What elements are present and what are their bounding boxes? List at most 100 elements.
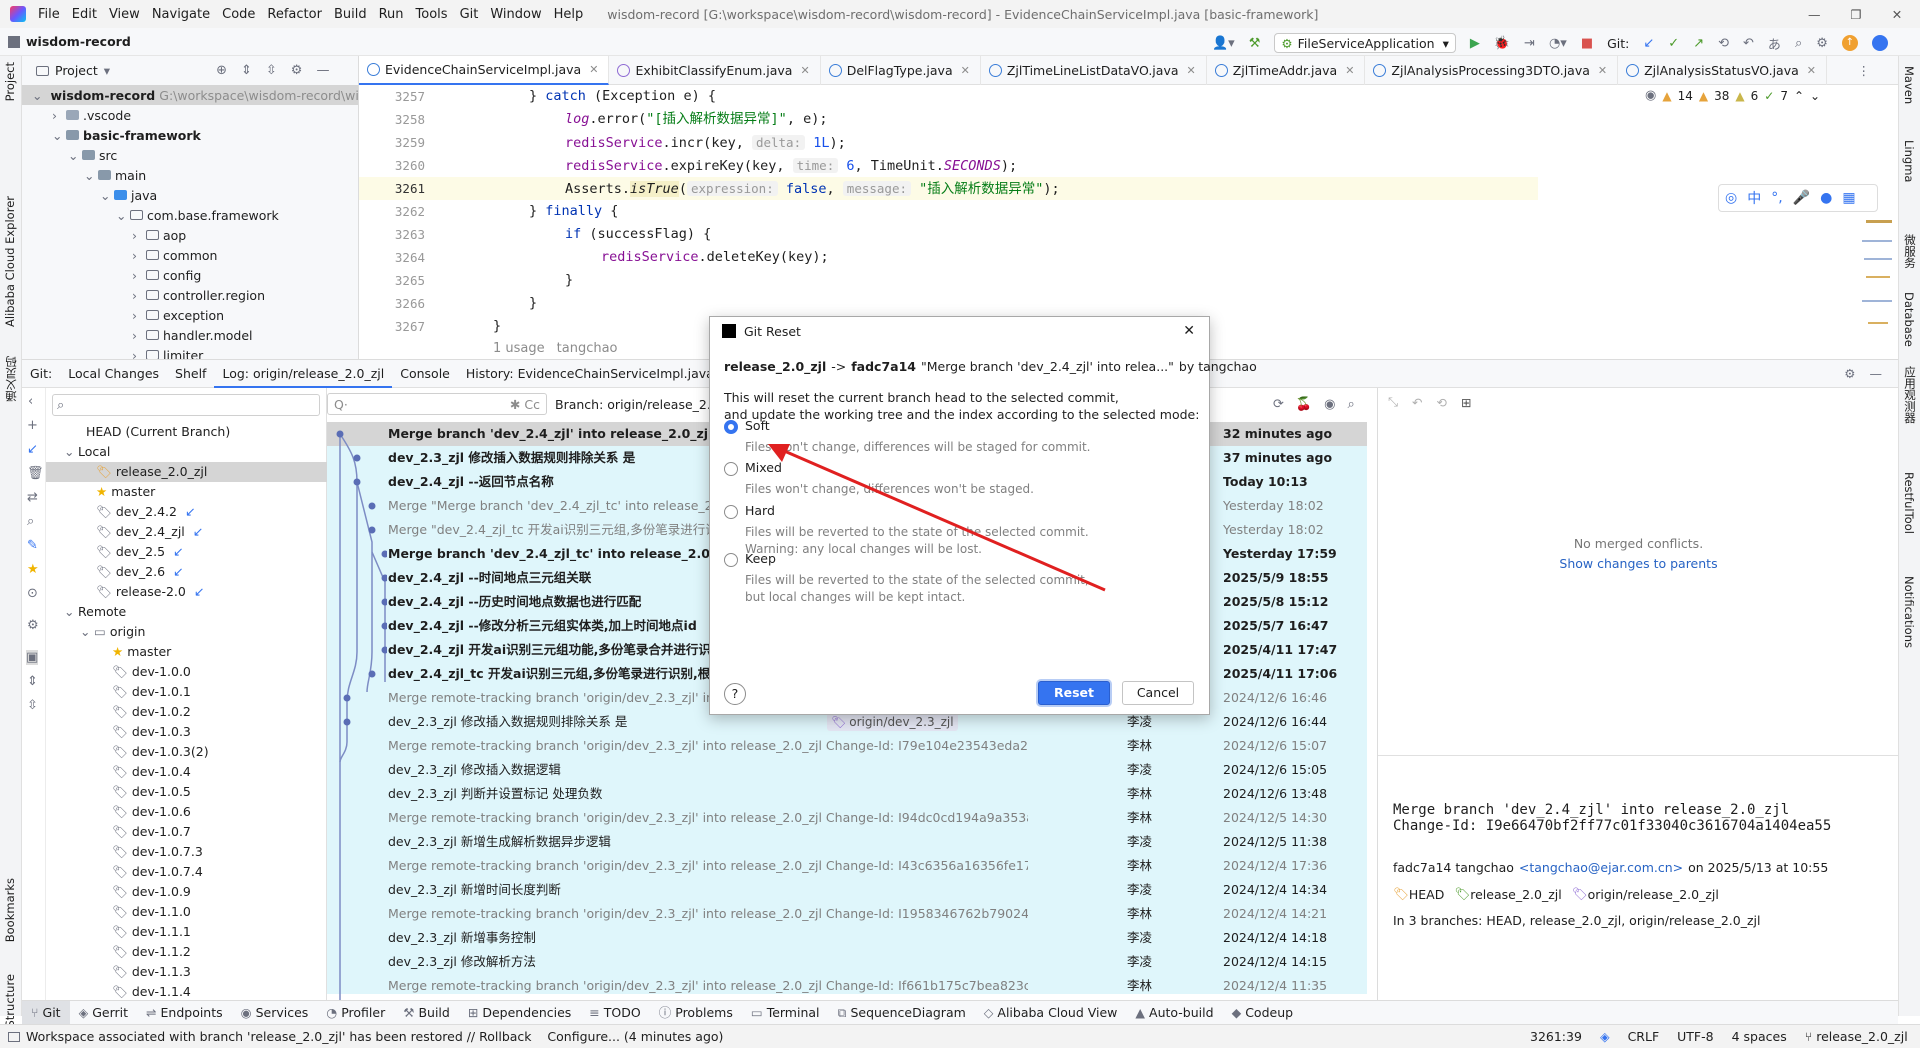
- stop-icon[interactable]: ■: [1581, 36, 1593, 51]
- editor-tab[interactable]: ZjlTimeAddr.java ✕: [1207, 55, 1366, 85]
- cherry-pick-icon[interactable]: 🍒: [1296, 397, 1312, 412]
- cancel-button[interactable]: Cancel: [1122, 681, 1194, 705]
- inspection-widget[interactable]: ◉ ▲ 14 ▲ 38 ▲ 6 ✓ 7 ⌃ ⌄: [1645, 88, 1820, 103]
- refresh-icon[interactable]: ⟳: [1273, 397, 1284, 412]
- branch-item[interactable]: 🏷 dev-1.1.3: [46, 962, 336, 982]
- menu-view[interactable]: View: [103, 7, 146, 22]
- menu-tools[interactable]: Tools: [410, 7, 454, 22]
- strip-lingma[interactable]: Lingma: [1902, 140, 1916, 182]
- editor-tab[interactable]: ExhibitClassifyEnum.java ✕: [609, 55, 821, 85]
- tree-root[interactable]: ⌄ wisdom-record G:\workspace\wisdom-record…: [22, 85, 358, 105]
- log-search-input[interactable]: Q· ✱ Cc: [327, 393, 547, 415]
- bottom-tab[interactable]: ⊞ Dependencies: [459, 1001, 580, 1025]
- commit-row[interactable]: dev_2.3_zjl 修改解析方法 李凌 2024/12/4 14:15: [327, 950, 1367, 974]
- tree-item[interactable]: › common: [132, 245, 217, 265]
- branch-item[interactable]: 🏷 dev-1.0.7.4: [46, 862, 336, 882]
- bottom-tab[interactable]: ◉ Services: [232, 1001, 318, 1025]
- author-email-link[interactable]: <tangchao@ejar.com.cn>: [1519, 860, 1683, 875]
- bottom-tab[interactable]: ⧉ SequenceDiagram: [829, 1001, 975, 1025]
- branch-item[interactable]: 🏷 dev-1.1.1: [46, 922, 336, 942]
- usage-hint[interactable]: 1 usage: [493, 341, 545, 356]
- close-tab-icon[interactable]: ✕: [1807, 64, 1816, 77]
- fetch-icon[interactable]: ✎: [27, 538, 38, 553]
- menu-build[interactable]: Build: [328, 7, 373, 22]
- run-config-select[interactable]: ⚙ FileServiceApplication ▾: [1274, 33, 1456, 53]
- branch-head[interactable]: HEAD (Current Branch): [46, 422, 336, 442]
- tree-item[interactable]: › exception: [132, 305, 224, 325]
- menu-edit[interactable]: Edit: [66, 7, 103, 22]
- branch-item[interactable]: 🏷 release_2.0_zjl: [46, 462, 336, 482]
- menu-run[interactable]: Run: [373, 7, 410, 22]
- strip-notifications[interactable]: Notifications: [1902, 576, 1916, 648]
- ime-toolbar[interactable]: ◎ 中 °, 🎤 ● ▦: [1718, 184, 1878, 212]
- strip-app-observer[interactable]: 应用观测器: [1902, 366, 1918, 424]
- branch-item[interactable]: 🏷 dev-1.0.6: [46, 802, 336, 822]
- commit-row[interactable]: Merge remote-tracking branch 'origin/dev…: [327, 902, 1367, 926]
- branch-item[interactable]: ★ master: [46, 642, 336, 662]
- bottom-tab[interactable]: ◈ Gerrit: [70, 1001, 137, 1025]
- branch-item[interactable]: 🏷 dev-1.0.4: [46, 762, 336, 782]
- branch-filter[interactable]: Branch: origin/release_2.0_: [555, 397, 725, 412]
- bottom-tab[interactable]: ▲ Auto-build: [1126, 1001, 1222, 1025]
- tree-item[interactable]: › config: [132, 265, 201, 285]
- tree-item[interactable]: › .vscode: [52, 105, 131, 125]
- tree-item[interactable]: › limiter: [132, 345, 203, 359]
- commit-row[interactable]: dev_2.3_zjl 新增生成解析数据异步逻辑 李凌 2024/12/5 11:3…: [327, 830, 1367, 854]
- close-tab-icon[interactable]: ✕: [961, 64, 970, 77]
- tree-item[interactable]: ⌄ basic-framework: [52, 125, 201, 145]
- project-name[interactable]: wisdom-record: [26, 34, 131, 49]
- commit-row[interactable]: Merge remote-tracking branch 'origin/dev…: [327, 806, 1367, 830]
- menu-code[interactable]: Code: [216, 7, 261, 22]
- delete-icon[interactable]: 🗑: [27, 466, 44, 481]
- update-icon[interactable]: ↙: [1643, 36, 1654, 51]
- remote-group[interactable]: ⌄ Remote: [46, 602, 336, 622]
- search-branch-icon[interactable]: ⌕: [27, 514, 34, 529]
- branch-item[interactable]: 🏷 dev-1.1.0: [46, 902, 336, 922]
- branch-item[interactable]: ★ master: [46, 482, 336, 502]
- bottom-tab[interactable]: ≡ TODO: [580, 1001, 649, 1025]
- git-tab[interactable]: Log: origin/release_2.0_zjl: [214, 360, 393, 388]
- editor-tab[interactable]: EvidenceChainServiceImpl.java ✕: [359, 55, 610, 85]
- tree-item[interactable]: › controller.region: [132, 285, 265, 305]
- git-tab[interactable]: Local Changes: [60, 360, 167, 388]
- expand-icon[interactable]: ⤡: [1388, 394, 1398, 410]
- strip-microservice[interactable]: 微服务: [1902, 234, 1918, 269]
- back-icon[interactable]: ‹: [28, 394, 33, 409]
- update-badge-icon[interactable]: ↑: [1841, 35, 1858, 51]
- group-icon[interactable]: ⊙: [27, 586, 38, 601]
- commit-row[interactable]: Merge remote-tracking branch 'origin/dev…: [327, 734, 1367, 758]
- profile-icon[interactable]: ◔▾: [1549, 36, 1567, 51]
- branch-item[interactable]: 🏷 dev-1.0.0: [46, 662, 336, 682]
- strip-restfultool[interactable]: RestfulTool: [1902, 472, 1916, 534]
- branch-widget[interactable]: ⑂ release_2.0_zjl: [1805, 1029, 1908, 1044]
- options-icon[interactable]: ⚙: [291, 63, 303, 78]
- strip-alibaba-cloud-explorer[interactable]: Alibaba Cloud Explorer: [3, 196, 17, 327]
- reset-mode-radio[interactable]: [724, 462, 738, 476]
- branch-item[interactable]: 🏷 dev_2.4.2 ↙: [46, 502, 336, 522]
- close-tab-icon[interactable]: ✕: [800, 64, 809, 77]
- collapse-all-icon[interactable]: ⇳: [266, 63, 277, 78]
- bottom-tab[interactable]: ⓘ Problems: [650, 1001, 742, 1025]
- layout-icon[interactable]: ▣: [26, 650, 39, 665]
- commit-row[interactable]: dev_2.3_zjl 修改插入数据逻辑 李凌 2024/12/6 15:05: [327, 758, 1367, 782]
- reset-mode-radio[interactable]: [724, 553, 738, 567]
- eye-icon[interactable]: ◉: [1324, 397, 1335, 412]
- favorite-icon[interactable]: ★: [27, 562, 39, 577]
- reset-mode-label[interactable]: Soft: [745, 418, 770, 433]
- new-branch-icon[interactable]: +: [27, 418, 38, 433]
- expand-icon[interactable]: ⇕: [27, 674, 38, 689]
- bottom-tab[interactable]: ⑂ Git: [22, 1000, 70, 1025]
- dialog-close-icon[interactable]: ✕: [1183, 323, 1195, 339]
- editor-tab[interactable]: ZjlAnalysisProcessing3DTO.java ✕: [1365, 55, 1619, 85]
- menu-refactor[interactable]: Refactor: [261, 7, 328, 22]
- editor-tab[interactable]: DelFlagType.java ✕: [821, 55, 981, 85]
- git-tab[interactable]: History: EvidenceChainServiceImpl.java: [458, 360, 722, 388]
- rollback-icon[interactable]: ↶: [1743, 36, 1754, 51]
- file-encoding[interactable]: UTF-8: [1677, 1029, 1713, 1044]
- branch-item[interactable]: 🏷 dev-1.1.4: [46, 982, 336, 1000]
- push-icon[interactable]: ↗: [1693, 36, 1704, 51]
- translate-icon[interactable]: あ: [1768, 34, 1781, 53]
- branch-item[interactable]: 🏷 dev-1.0.9: [46, 882, 336, 902]
- origin-group[interactable]: ⌄ ▭ origin: [46, 622, 336, 642]
- search-icon[interactable]: ⌕: [1795, 36, 1802, 51]
